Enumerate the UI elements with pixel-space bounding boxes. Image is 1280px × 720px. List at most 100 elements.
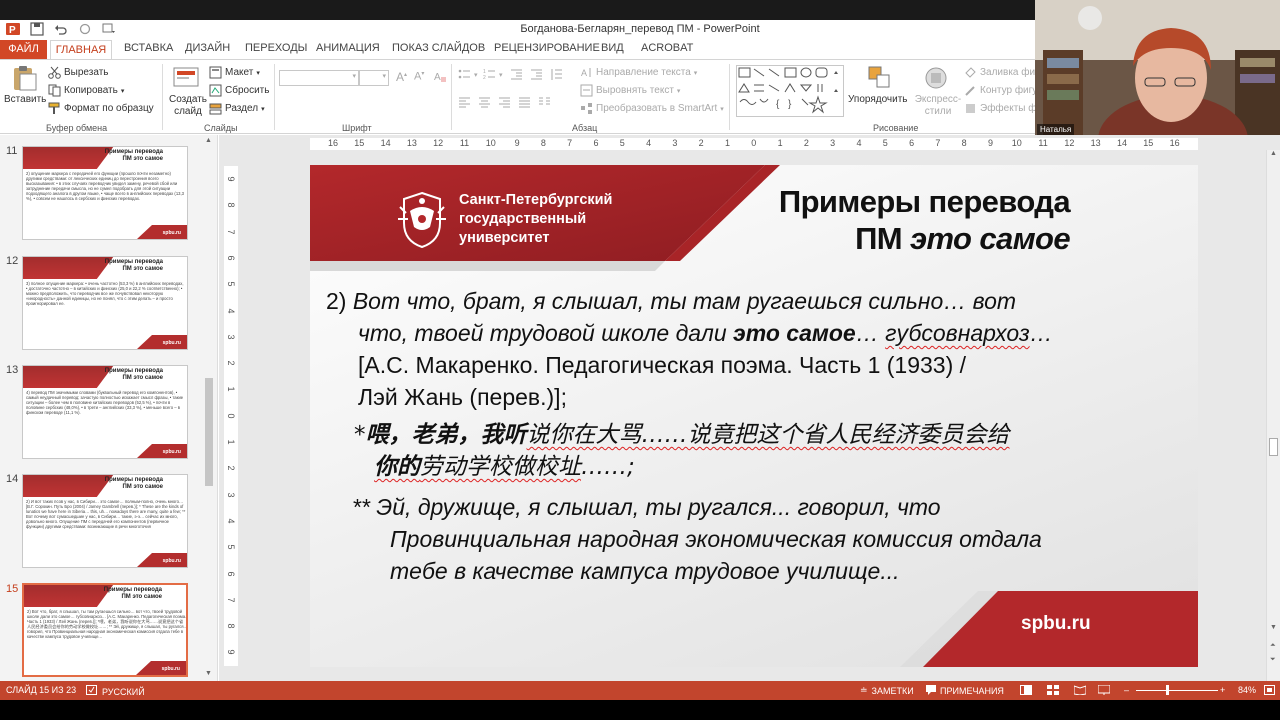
new-slide-icon[interactable]: [172, 64, 200, 92]
increase-indent-button[interactable]: [530, 68, 543, 81]
ruler-tick: 7: [935, 138, 941, 148]
tab-design[interactable]: ДИЗАЙН: [185, 42, 230, 54]
tab-home[interactable]: ГЛАВНАЯ: [50, 40, 112, 60]
justify-button[interactable]: [518, 96, 531, 109]
font-size-select[interactable]: ▾: [359, 70, 389, 86]
notes-button[interactable]: ≐ ЗАМЕТКИ: [860, 685, 914, 696]
slideshow-button[interactable]: [1097, 684, 1111, 697]
tab-animation[interactable]: АНИМАЦИЯ: [316, 42, 380, 54]
ruler-tick: 1: [226, 386, 236, 392]
bullets-button[interactable]: ▾: [458, 68, 478, 81]
slide-thumbnail[interactable]: Примеры перевода ПМ это самое 2) И вот т…: [22, 474, 188, 568]
footnote-star: *: [354, 422, 366, 448]
chinese-line: *喂，老弟，我听说你在大骂……说竟把这个省人民经济委员会给: [326, 419, 1186, 451]
tab-file[interactable]: ФАЙЛ: [0, 40, 47, 59]
smartart-icon: [580, 102, 593, 115]
slide-thumbnail[interactable]: Примеры перевода ПМ это самое 4) перевод…: [22, 365, 188, 459]
tab-transitions[interactable]: ПЕРЕХОДЫ: [245, 42, 307, 54]
section-icon: [209, 102, 222, 115]
tab-review[interactable]: РЕЦЕНЗИРОВАНИЕ: [494, 42, 600, 54]
comments-button[interactable]: ПРИМЕЧАНИЯ: [926, 685, 1004, 697]
line-spacing-button[interactable]: [550, 68, 563, 81]
tab-view[interactable]: ВИД: [601, 42, 624, 54]
zoom-slider-track[interactable]: [1136, 690, 1218, 691]
scroll-up-icon[interactable]: ▲: [205, 137, 212, 144]
format-painter-button[interactable]: Формат по образцу: [48, 102, 154, 115]
section-button[interactable]: Раздел ▾: [209, 102, 265, 115]
scroll-down-icon[interactable]: ▼: [205, 670, 212, 677]
thumbnail-scrollbar-thumb[interactable]: [205, 378, 213, 486]
ruler-tick: 0: [226, 413, 236, 419]
slide-body-text[interactable]: 2) Вот что, брат, я слышал, ты там ругае…: [326, 285, 1186, 587]
arrange-button[interactable]: Упорядочить: [848, 94, 908, 105]
fit-slide-button[interactable]: [1264, 685, 1275, 697]
next-slide-icon[interactable]: ⏷: [1270, 656, 1276, 664]
thumb-number: 15: [6, 583, 19, 595]
slide-canvas[interactable]: Санкт-Петербургский государственный унив…: [310, 165, 1198, 667]
thumb-number: 12: [6, 255, 19, 267]
thumb-title: Примеры перевода ПМ это самое: [104, 477, 163, 490]
tab-acrobat[interactable]: ACROBAT: [641, 42, 693, 54]
zoom-slider-thumb[interactable]: [1166, 685, 1169, 695]
layout-button[interactable]: Макет ▾: [209, 66, 260, 79]
ruler-tick: 4: [226, 307, 236, 313]
spbu-footer-link[interactable]: spbu.ru: [1021, 613, 1091, 635]
arrange-icon[interactable]: [866, 64, 894, 92]
ruler-tick: 2: [226, 465, 236, 471]
columns-icon: [538, 96, 551, 109]
reset-button[interactable]: Сбросить: [209, 84, 269, 97]
fill-bucket-icon: [964, 66, 977, 79]
shape-outline-button[interactable]: Контур фигу: [964, 84, 1037, 97]
copy-button[interactable]: Копировать ▾: [48, 84, 124, 97]
spellcheck-status[interactable]: РУССКИЙ: [86, 685, 145, 698]
format-painter-label: Формат по образцу: [64, 103, 154, 114]
tab-slideshow[interactable]: ПОКАЗ СЛАЙДОВ: [392, 42, 485, 54]
clear-format-button[interactable]: A: [434, 70, 447, 83]
editor-scrollbar-thumb[interactable]: [1269, 438, 1278, 456]
ruler-tick: 6: [226, 570, 236, 576]
quick-styles-button[interactable]: Экспресс-стили: [912, 94, 964, 118]
align-right-button[interactable]: [498, 96, 511, 109]
slide-thumbnail[interactable]: Примеры перевода ПМ это самое 3) полное …: [22, 256, 188, 350]
drawing-group-label: Рисование: [873, 123, 919, 133]
slide-thumbnail[interactable]: Примеры перевода ПМ это самое 2) опущени…: [22, 146, 188, 240]
reading-view-button[interactable]: [1073, 685, 1087, 697]
zoom-out-button[interactable]: –: [1124, 685, 1129, 695]
align-left-button[interactable]: [458, 96, 471, 109]
numbering-button[interactable]: 1 2 ▾: [483, 68, 503, 81]
text-direction-button[interactable]: A Направление текста ▾: [580, 66, 697, 79]
grow-font-button[interactable]: A▴: [396, 70, 407, 84]
quick-styles-icon[interactable]: [922, 64, 950, 92]
shape-effects-button[interactable]: Эффекты фи: [964, 102, 1042, 115]
slideshow-icon: [1097, 684, 1111, 697]
cut-button[interactable]: Вырезать: [48, 66, 108, 79]
decrease-indent-button[interactable]: [510, 68, 523, 81]
scroll-up-icon[interactable]: ▲: [1270, 150, 1277, 157]
align-text-button[interactable]: Выровнять текст ▾: [580, 84, 680, 97]
bottom-black-bar: [0, 700, 1280, 720]
align-center-button[interactable]: [478, 96, 491, 109]
svg-text:A: A: [581, 68, 587, 78]
reset-label: Сбросить: [225, 85, 270, 96]
slide-counter[interactable]: СЛАЙД 15 ИЗ 23: [6, 685, 76, 695]
editor-scrollbar[interactable]: ▲ ▼ ⏶ ⏷: [1266, 150, 1280, 681]
paste-button[interactable]: Вставить: [4, 94, 46, 105]
shape-fill-button[interactable]: Заливка фиг: [964, 66, 1039, 79]
slide-sorter-button[interactable]: [1047, 685, 1059, 697]
font-family-select[interactable]: ▾: [279, 70, 359, 86]
normal-view-button[interactable]: [1020, 685, 1032, 697]
scroll-down-icon[interactable]: ▼: [1270, 624, 1277, 631]
columns-button[interactable]: [538, 96, 551, 109]
shapes-gallery[interactable]: { }: [736, 65, 844, 122]
participant-name: Наталья: [1037, 124, 1075, 135]
tab-insert[interactable]: ВСТАВКА: [124, 42, 173, 54]
prev-slide-icon[interactable]: ⏶: [1270, 642, 1276, 650]
slide-thumbnail-selected[interactable]: Примеры перевода ПМ это самое 2) Вот что…: [22, 583, 188, 677]
paste-icon[interactable]: [10, 64, 38, 92]
zoom-level[interactable]: 84%: [1238, 685, 1256, 695]
shrink-font-button[interactable]: A▾: [414, 70, 424, 83]
new-slide-button[interactable]: Создать слайд: [168, 94, 208, 118]
smartart-button[interactable]: Преобразовать в SmartArt ▾: [580, 102, 724, 115]
svg-text:2: 2: [483, 75, 486, 81]
zoom-in-button[interactable]: +: [1220, 685, 1225, 695]
